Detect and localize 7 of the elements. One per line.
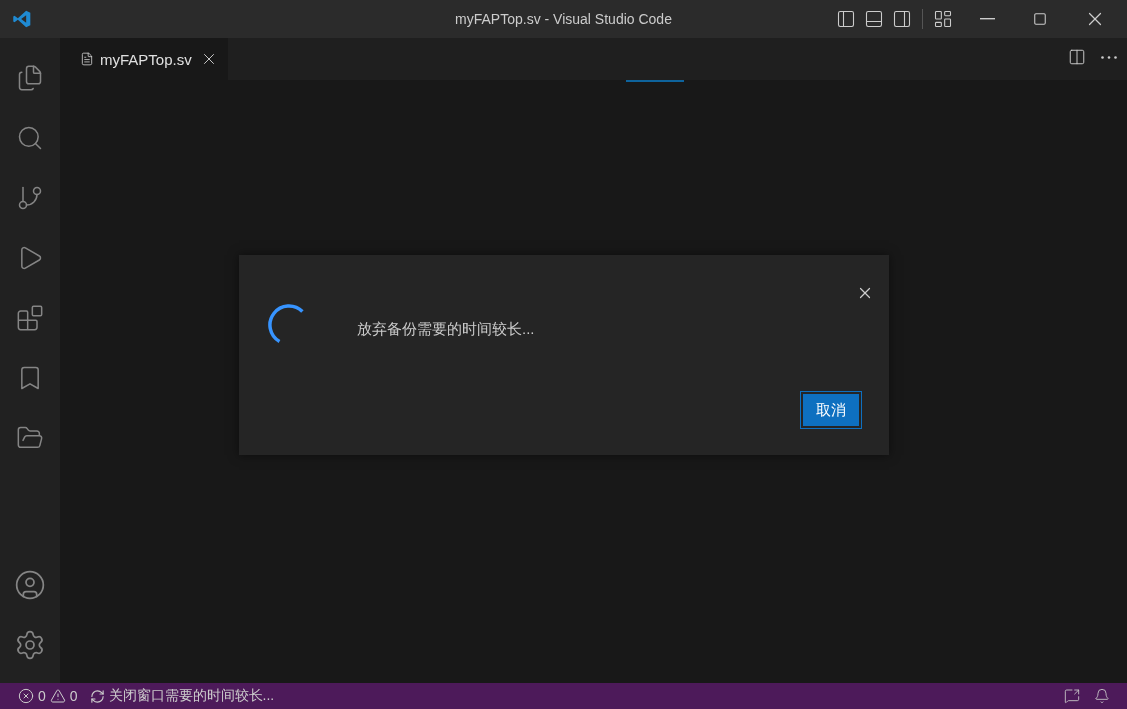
status-progress-text: 关闭窗口需要的时间较长... — [108, 687, 275, 705]
cancel-button[interactable]: 取消 — [803, 394, 859, 426]
window-title: myFAPTop.sv - Visual Studio Code — [454, 11, 673, 27]
warning-count[interactable]: 0 — [69, 688, 78, 704]
dialog-message: 放弃备份需要的时间较长... — [357, 320, 536, 339]
editor-tab[interactable]: myFAPTop.sv — [60, 38, 228, 80]
error-count[interactable]: 0 — [38, 688, 46, 704]
